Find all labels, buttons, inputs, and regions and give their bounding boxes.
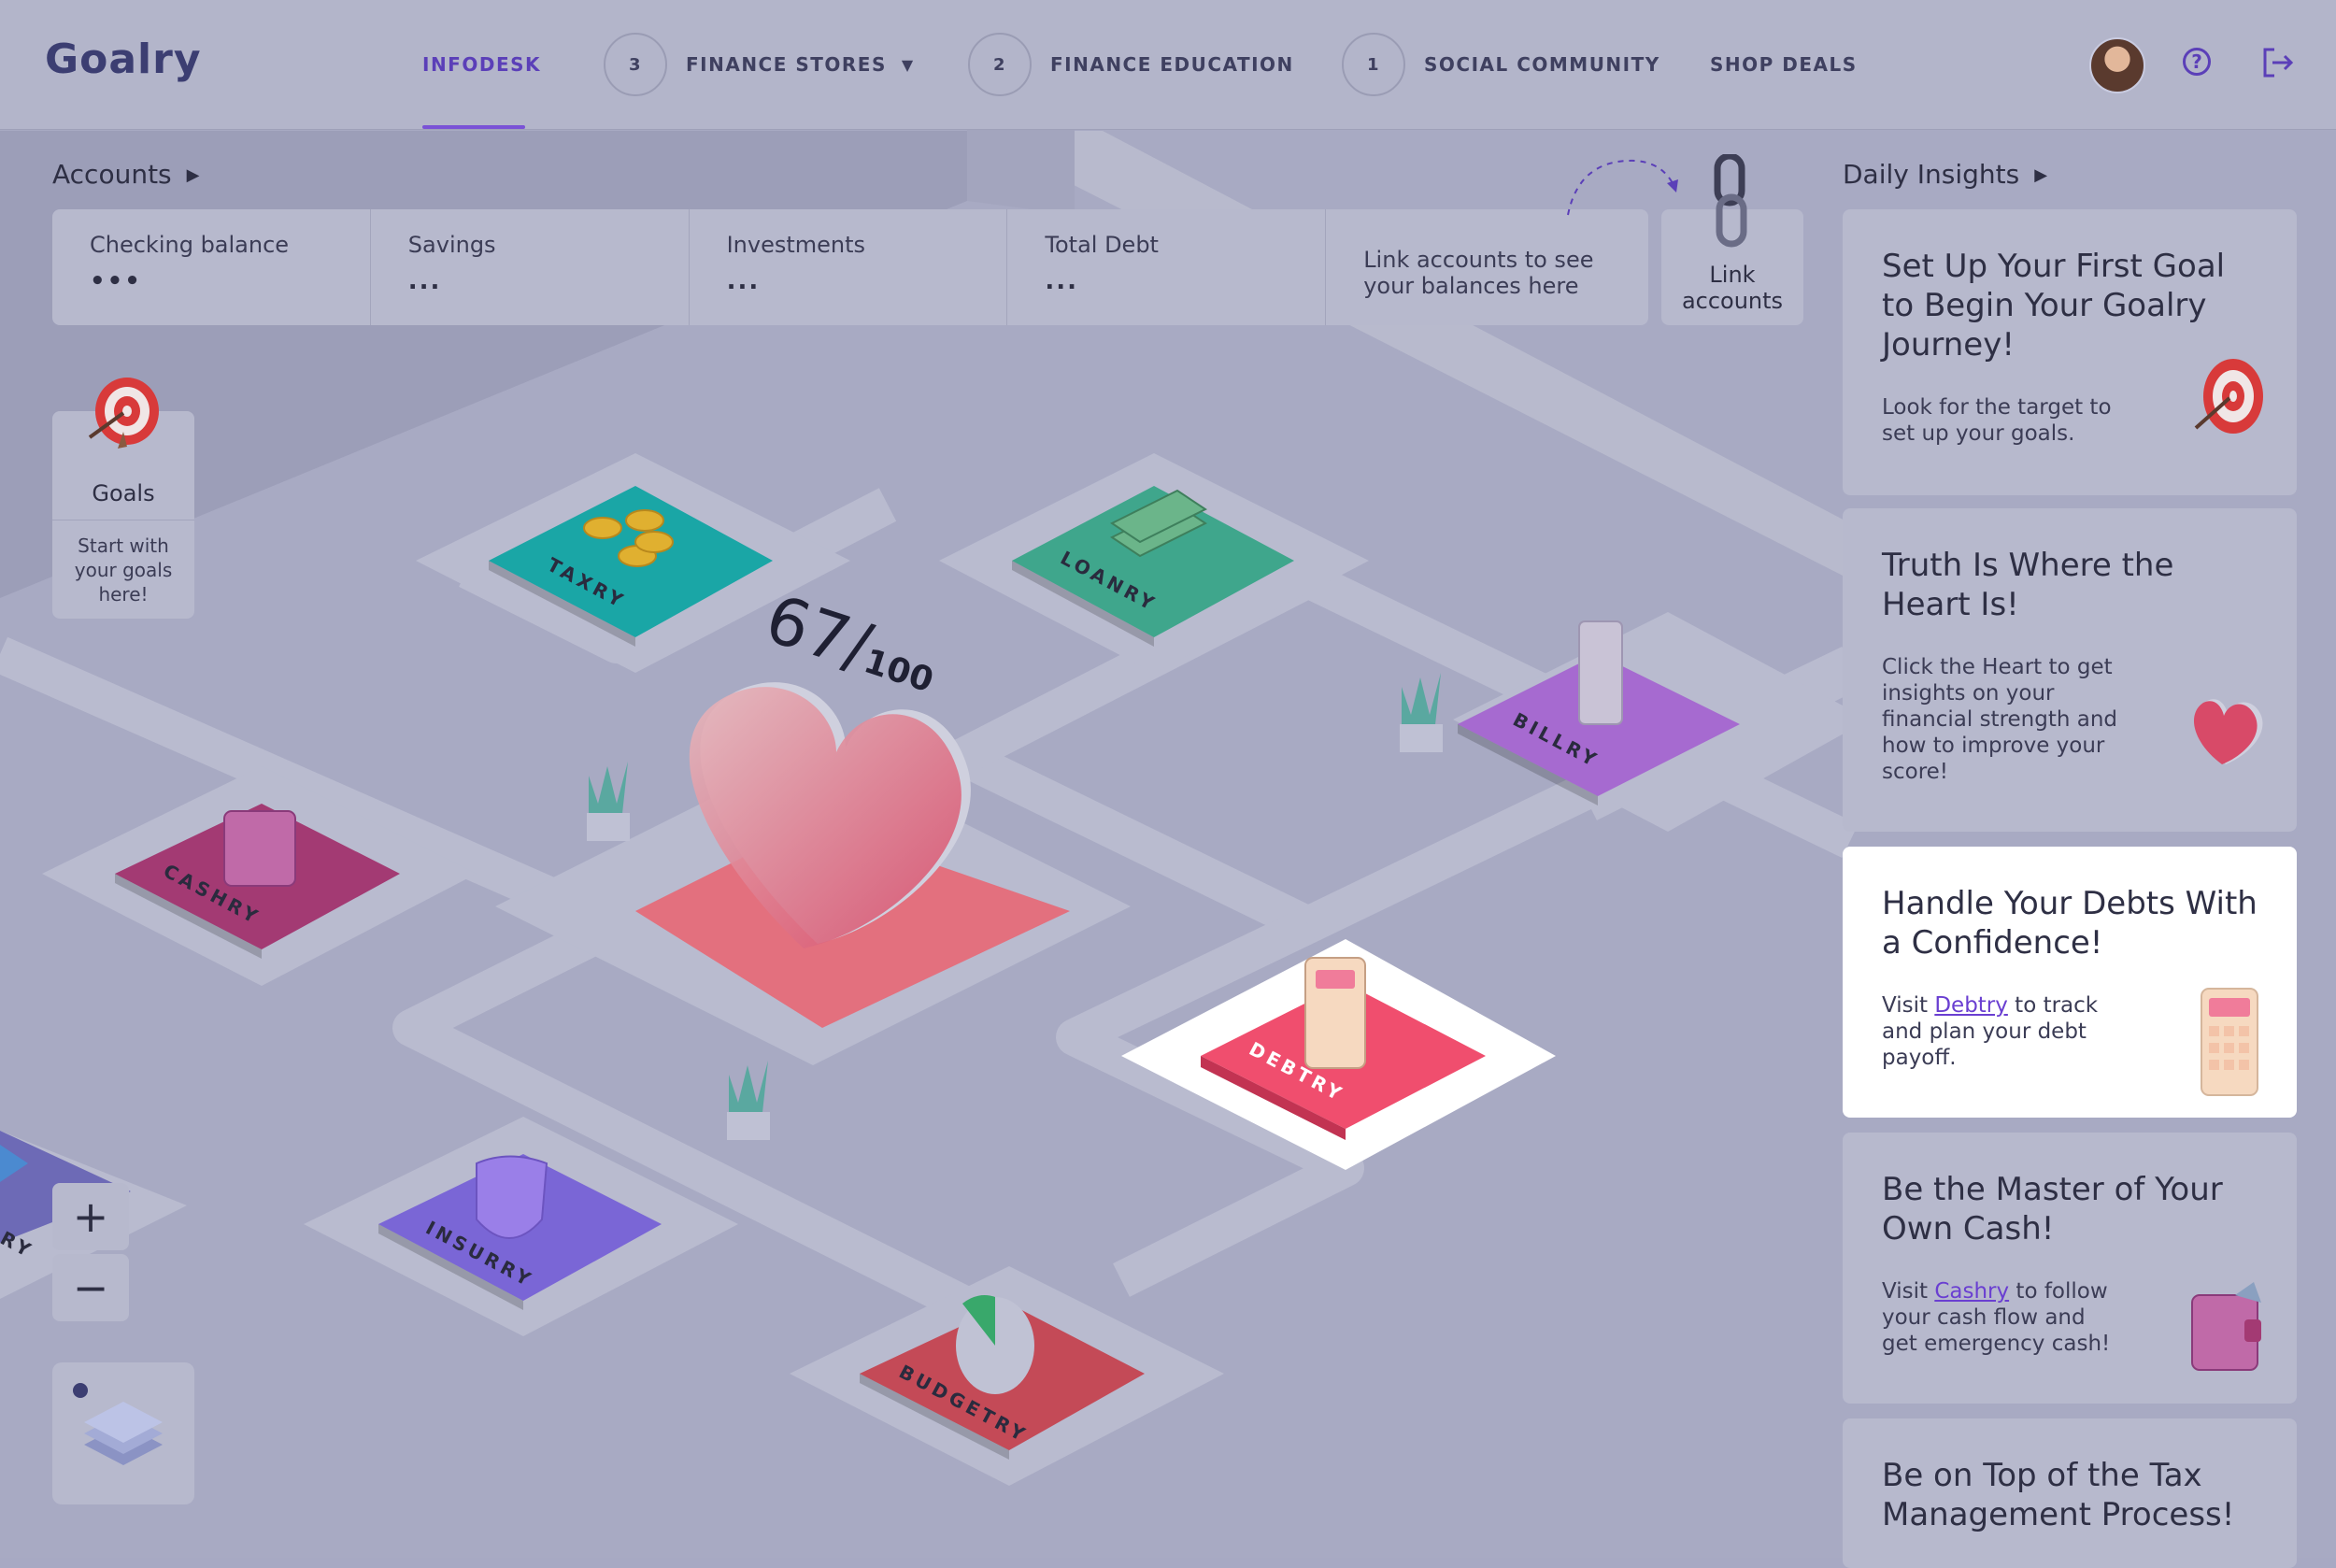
goalry-logo[interactable]: Goalry xyxy=(45,36,202,83)
nav-social-community-label: SOCIAL COMMUNITY xyxy=(1424,53,1660,76)
wallet-icon xyxy=(2191,1282,2261,1371)
nav-badge-count: 1 xyxy=(1342,33,1405,96)
layers-button[interactable] xyxy=(52,1362,194,1504)
nav-finance-education-label: FINANCE EDUCATION xyxy=(1050,53,1294,76)
nav-shop-deals[interactable]: SHOP DEALS xyxy=(1710,0,1858,129)
nav-shop-deals-label: SHOP DEALS xyxy=(1710,53,1858,76)
top-header: Goalry INFODESK 3 FINANCE STORES ▼ 2 FIN… xyxy=(0,0,2336,130)
nav-active-underline xyxy=(422,125,525,129)
account-total-debt: Total Debt ... xyxy=(1007,209,1327,325)
logout-icon[interactable] xyxy=(2261,47,2295,78)
nav-badge-count: 3 xyxy=(604,33,667,96)
calculator-icon xyxy=(2201,988,2258,1096)
account-investments: Investments ... xyxy=(690,209,1008,325)
accounts-summary: Checking balance ••• Savings ... Investm… xyxy=(52,209,1648,325)
insight-card-heart[interactable]: Truth Is Where the Heart Is! Click the H… xyxy=(1843,508,2297,832)
chevron-down-icon: ▼ xyxy=(901,55,915,74)
accounts-title[interactable]: Accounts ▶ xyxy=(52,159,199,190)
dashed-arrow-icon xyxy=(1567,159,1678,216)
layers-icon xyxy=(84,1402,163,1465)
caret-right-icon: ▶ xyxy=(2034,165,2048,185)
caret-right-icon: ▶ xyxy=(186,165,200,185)
account-checking: Checking balance ••• xyxy=(52,209,371,325)
target-icon[interactable] xyxy=(86,376,161,452)
nav-finance-stores[interactable]: 3 FINANCE STORES ▼ xyxy=(604,0,915,129)
daily-insights-title[interactable]: Daily Insights ▶ xyxy=(1843,159,2047,190)
cashry-link[interactable]: Cashry xyxy=(1934,1279,2009,1304)
debtry-link[interactable]: Debtry xyxy=(1934,993,2008,1018)
zoom-in-button[interactable]: + xyxy=(52,1183,129,1250)
zoom-out-button[interactable]: − xyxy=(52,1254,129,1321)
nav-infodesk[interactable]: INFODESK xyxy=(422,0,541,129)
nav-finance-education[interactable]: 2 FINANCE EDUCATION xyxy=(968,0,1294,129)
nav-finance-stores-label: FINANCE STORES xyxy=(686,53,887,76)
nav-badge-count: 2 xyxy=(968,33,1032,96)
insight-card-tax[interactable]: Be on Top of the Tax Management Process! xyxy=(1843,1418,2297,1568)
nav-social-community[interactable]: 1 SOCIAL COMMUNITY xyxy=(1342,0,1660,129)
insight-card-cash[interactable]: Be the Master of Your Own Cash! Visit Ca… xyxy=(1843,1133,2297,1404)
insight-card-goal[interactable]: Set Up Your First Goal to Begin Your Goa… xyxy=(1843,209,2297,495)
help-icon[interactable]: ? xyxy=(2183,48,2211,76)
accounts-hint: Link accounts to see your balances here xyxy=(1363,247,1594,299)
chain-link-icon xyxy=(1714,154,1747,248)
account-savings: Savings ... xyxy=(371,209,690,325)
insight-card-debts[interactable]: Handle Your Debts With a Confidence! Vis… xyxy=(1843,847,2297,1118)
heart-icon xyxy=(2193,699,2263,764)
avatar[interactable] xyxy=(2089,37,2145,93)
nav-infodesk-label: INFODESK xyxy=(422,53,542,76)
target-icon xyxy=(2194,359,2263,434)
